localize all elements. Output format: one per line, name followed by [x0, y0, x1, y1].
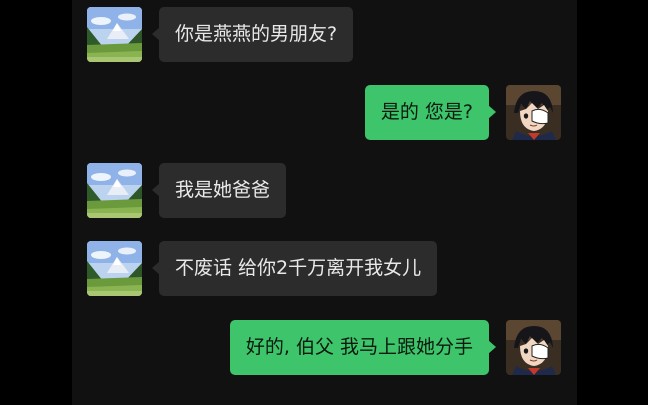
outgoing-message-bubble[interactable]: 好的, 伯父 我马上跟她分手	[229, 320, 497, 375]
anime-boy-eyepatch-avatar[interactable]	[506, 320, 561, 375]
message-row: 好的, 伯父 我马上跟她分手	[72, 320, 577, 375]
anime-boy-eyepatch-avatar[interactable]	[506, 85, 561, 140]
message-row: 不废话 给你2千万离开我女儿	[72, 241, 577, 296]
incoming-message-bubble[interactable]: 我是她爸爸	[151, 163, 287, 218]
chat-conversation[interactable]: 你是燕燕的男朋友? 是的 您是? 我是她爸爸 不废话 给你2千万离开我女儿 好的…	[72, 0, 577, 405]
mountain-landscape-avatar[interactable]	[87, 7, 142, 62]
screen: 你是燕燕的男朋友? 是的 您是? 我是她爸爸 不废话 给你2千万离开我女儿 好的…	[0, 0, 648, 405]
incoming-message-bubble[interactable]: 不废话 给你2千万离开我女儿	[151, 241, 438, 296]
outgoing-message-bubble[interactable]: 是的 您是?	[364, 85, 497, 140]
message-row: 是的 您是?	[72, 85, 577, 140]
message-row: 你是燕燕的男朋友?	[72, 7, 577, 62]
incoming-message-bubble[interactable]: 你是燕燕的男朋友?	[151, 7, 354, 62]
mountain-landscape-avatar[interactable]	[87, 163, 142, 218]
message-row: 我是她爸爸	[72, 163, 577, 218]
mountain-landscape-avatar[interactable]	[87, 241, 142, 296]
